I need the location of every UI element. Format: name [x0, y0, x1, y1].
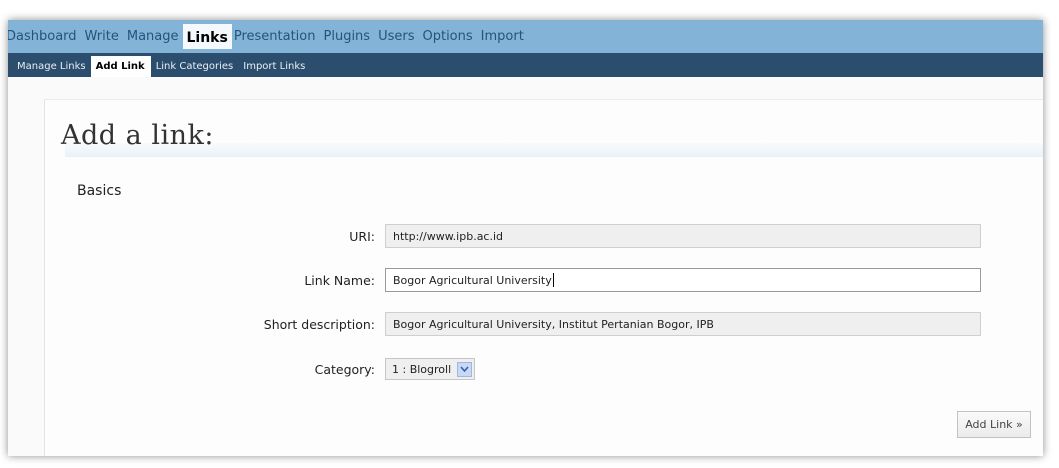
short-description-field[interactable]: Bogor Agricultural University, Institut …	[385, 312, 981, 336]
nav-links[interactable]: Links	[182, 24, 232, 49]
link-name-row: Link Name: Bogor Agricultural University	[45, 268, 981, 292]
subnav-import-links[interactable]: Import Links	[238, 61, 310, 77]
text-cursor	[552, 273, 554, 287]
link-name-value: Bogor Agricultural University	[393, 273, 552, 287]
short-description-row: Short description: Bogor Agricultural Un…	[45, 312, 981, 336]
nav-manage[interactable]: Manage	[127, 29, 179, 44]
nav-presentation[interactable]: Presentation	[234, 29, 316, 44]
add-link-button[interactable]: Add Link »	[957, 411, 1031, 438]
short-description-label: Short description:	[263, 316, 375, 332]
uri-row: URI: http://www.ipb.ac.id	[45, 224, 981, 248]
page-title: Add a link:	[61, 120, 214, 151]
nav-users[interactable]: Users	[378, 29, 414, 44]
nav-dashboard[interactable]: Dashboard	[8, 29, 77, 44]
category-value: 1 : Blogroll	[392, 362, 452, 376]
category-select[interactable]: 1 : Blogroll	[385, 358, 476, 380]
uri-value: http://www.ipb.ac.id	[393, 229, 504, 243]
link-name-field[interactable]: Bogor Agricultural University	[385, 268, 981, 292]
link-name-label: Link Name:	[304, 272, 375, 288]
sub-navigation: Manage Links Add Link Link Categories Im…	[8, 53, 1043, 77]
subnav-add-link[interactable]: Add Link	[90, 56, 151, 77]
category-row: Category: 1 : Blogroll	[45, 358, 476, 380]
subnav-manage-links[interactable]: Manage Links	[12, 61, 91, 77]
short-description-value: Bogor Agricultural University, Institut …	[393, 317, 714, 331]
content-panel: Add a link: Basics URI: http://www.ipb.a…	[44, 99, 1043, 456]
chevron-down-icon[interactable]	[457, 361, 473, 377]
nav-write[interactable]: Write	[85, 29, 119, 44]
section-heading-basics: Basics	[77, 183, 122, 199]
uri-field[interactable]: http://www.ipb.ac.id	[385, 224, 981, 248]
nav-import[interactable]: Import	[481, 29, 524, 44]
top-navigation: Dashboard Write Manage Links Presentatio…	[8, 20, 1043, 53]
admin-window: Dashboard Write Manage Links Presentatio…	[8, 20, 1043, 456]
category-label: Category:	[314, 361, 375, 377]
nav-plugins[interactable]: Plugins	[324, 29, 371, 44]
nav-options[interactable]: Options	[422, 29, 472, 44]
subnav-link-categories[interactable]: Link Categories	[151, 61, 239, 77]
uri-label: URI:	[349, 228, 375, 244]
